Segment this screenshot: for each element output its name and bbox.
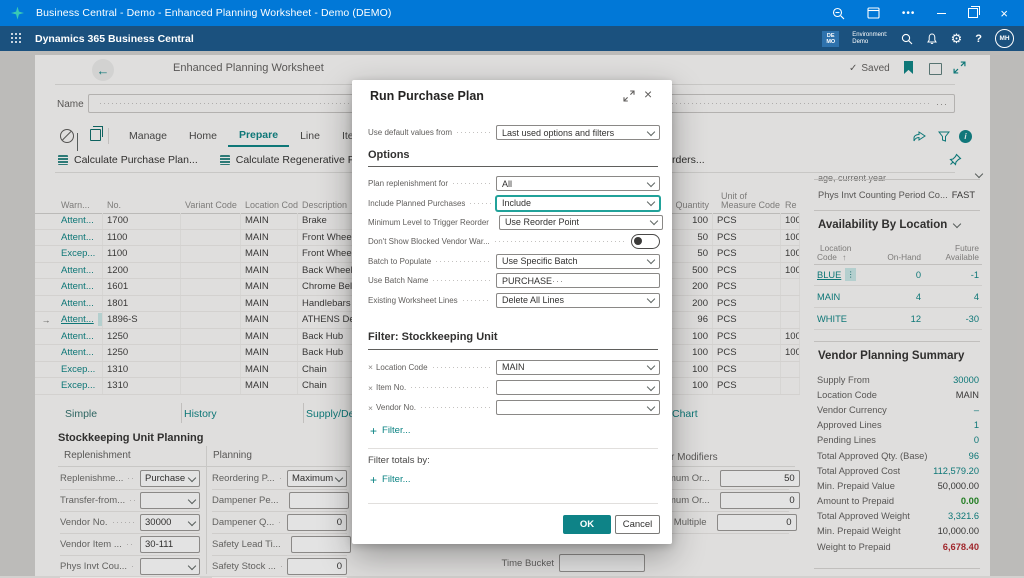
chevron-down-icon bbox=[647, 178, 655, 186]
minimize-icon[interactable] bbox=[937, 13, 946, 14]
app-name: Dynamics 365 Business Central bbox=[35, 33, 194, 45]
app-navbar: Dynamics 365 Business Central DE MO Envi… bbox=[0, 26, 1024, 51]
filter-field-row: ×Vendor No. bbox=[368, 398, 660, 418]
field-value: Delete All Lines bbox=[502, 295, 564, 305]
business-central-logo-icon bbox=[11, 7, 24, 20]
window-title: Business Central - Demo - Enhanced Plann… bbox=[36, 7, 391, 19]
filter-totals-label: Filter totals by: bbox=[368, 455, 430, 466]
filter-fields: ×Location CodeMAIN×Item No.×Vendor No. bbox=[368, 357, 660, 418]
chevron-down-icon bbox=[647, 362, 655, 370]
default-values-row: Use default values from Last used option… bbox=[368, 123, 660, 142]
chevron-down-icon bbox=[647, 198, 655, 206]
dialog-field-row: Existing Worksheet Lines Delete All Lines bbox=[368, 290, 660, 309]
add-totals-filter-link[interactable]: +Filter... bbox=[370, 474, 411, 485]
open-in-window-icon[interactable] bbox=[867, 7, 880, 19]
toggle-switch-off[interactable] bbox=[631, 234, 660, 249]
help-icon[interactable]: ? bbox=[975, 33, 982, 45]
environment-label: Environment:Demo bbox=[852, 32, 887, 46]
options-section-title: Options bbox=[368, 149, 410, 161]
field-label: Plan replenishment for bbox=[368, 179, 448, 188]
tenant-badge-line2: MO bbox=[826, 39, 835, 45]
field-label: Minimum Level to Trigger Reorder bbox=[368, 218, 489, 227]
settings-gear-icon[interactable]: ⚙ bbox=[951, 32, 963, 45]
default-values-label: Use default values from bbox=[368, 128, 452, 137]
dialog-title: Run Purchase Plan bbox=[370, 89, 484, 103]
dialog-field-row: Use Batch Name PURCHASE··· bbox=[368, 271, 660, 290]
field-value: Use Specific Batch bbox=[502, 256, 578, 266]
filter-label: Item No. bbox=[376, 383, 406, 392]
dialog-field-row: Don't Show Blocked Vendor War... bbox=[368, 232, 660, 251]
field-label: Existing Worksheet Lines bbox=[368, 296, 458, 305]
select-field[interactable]: Delete All Lines bbox=[496, 293, 660, 308]
ok-button[interactable]: OK bbox=[563, 515, 611, 534]
field-value: MAIN bbox=[502, 362, 525, 372]
zoom-out-icon[interactable] bbox=[832, 7, 845, 20]
tenant-badge[interactable]: DE MO bbox=[822, 31, 839, 47]
expand-dialog-icon[interactable] bbox=[623, 90, 635, 102]
filter-select-field[interactable]: MAIN bbox=[496, 360, 660, 375]
chevron-down-icon bbox=[647, 256, 655, 264]
restore-window-icon[interactable] bbox=[968, 8, 978, 18]
filter-label: Location Code bbox=[376, 363, 428, 372]
filter-section-title: Filter: Stockkeeping Unit bbox=[368, 331, 498, 343]
cancel-button[interactable]: Cancel bbox=[615, 515, 660, 534]
dialog-field-row: Include Planned Purchases Include bbox=[368, 193, 660, 212]
search-icon[interactable] bbox=[901, 33, 913, 45]
chevron-down-icon bbox=[647, 382, 655, 390]
notifications-bell-icon[interactable] bbox=[926, 33, 938, 45]
options-fields: Plan replenishment for All Include Planned… bbox=[368, 174, 660, 310]
filter-label: Vendor No. bbox=[376, 403, 416, 412]
chevron-down-icon bbox=[647, 403, 655, 411]
chevron-down-icon bbox=[647, 295, 655, 303]
more-options-icon[interactable]: ••• bbox=[902, 8, 916, 19]
close-window-icon[interactable]: × bbox=[1000, 7, 1008, 20]
select-field[interactable]: All bbox=[496, 176, 660, 191]
close-dialog-icon[interactable]: × bbox=[644, 86, 652, 102]
field-label: Don't Show Blocked Vendor War... bbox=[368, 237, 490, 246]
lookup-ellipsis-icon[interactable]: ··· bbox=[552, 276, 564, 286]
field-value: Use Reorder Point bbox=[505, 217, 579, 227]
app-launcher-icon[interactable] bbox=[11, 33, 22, 44]
filter-select-field[interactable] bbox=[496, 400, 660, 415]
filter-field-row: ×Item No. bbox=[368, 377, 660, 397]
field-value: Include bbox=[502, 198, 531, 208]
chevron-down-icon bbox=[647, 127, 655, 135]
run-purchase-plan-dialog: Run Purchase Plan × Use default values f… bbox=[352, 80, 672, 544]
remove-filter-icon[interactable]: × bbox=[368, 362, 373, 372]
chevron-down-icon bbox=[650, 217, 658, 225]
filter-field-row: ×Location Code MAIN bbox=[368, 357, 660, 377]
select-field[interactable]: Include bbox=[496, 196, 660, 211]
field-value: All bbox=[502, 179, 512, 189]
dialog-field-row: Batch to Populate Use Specific Batch bbox=[368, 252, 660, 271]
field-label: Batch to Populate bbox=[368, 257, 431, 266]
select-field[interactable]: Use Specific Batch bbox=[496, 254, 660, 269]
dialog-field-row: Minimum Level to Trigger Reorder Use Reor… bbox=[368, 213, 660, 232]
remove-filter-icon[interactable]: × bbox=[368, 403, 373, 413]
filter-select-field[interactable] bbox=[496, 380, 660, 395]
user-avatar[interactable]: MH bbox=[995, 29, 1014, 48]
select-field[interactable]: Use Reorder Point bbox=[499, 215, 663, 230]
default-values-select[interactable]: Last used options and filters bbox=[496, 125, 660, 140]
lookup-field[interactable]: PURCHASE··· bbox=[496, 273, 660, 288]
field-label: Include Planned Purchases bbox=[368, 199, 465, 208]
field-value: PURCHASE bbox=[502, 276, 552, 286]
remove-filter-icon[interactable]: × bbox=[368, 383, 373, 393]
add-filter-link[interactable]: +Filter... bbox=[370, 425, 411, 436]
toggle-knob bbox=[634, 237, 642, 245]
field-label: Use Batch Name bbox=[368, 276, 428, 285]
dialog-field-row: Plan replenishment for All bbox=[368, 174, 660, 193]
window-titlebar: Business Central - Demo - Enhanced Plann… bbox=[0, 0, 1024, 26]
